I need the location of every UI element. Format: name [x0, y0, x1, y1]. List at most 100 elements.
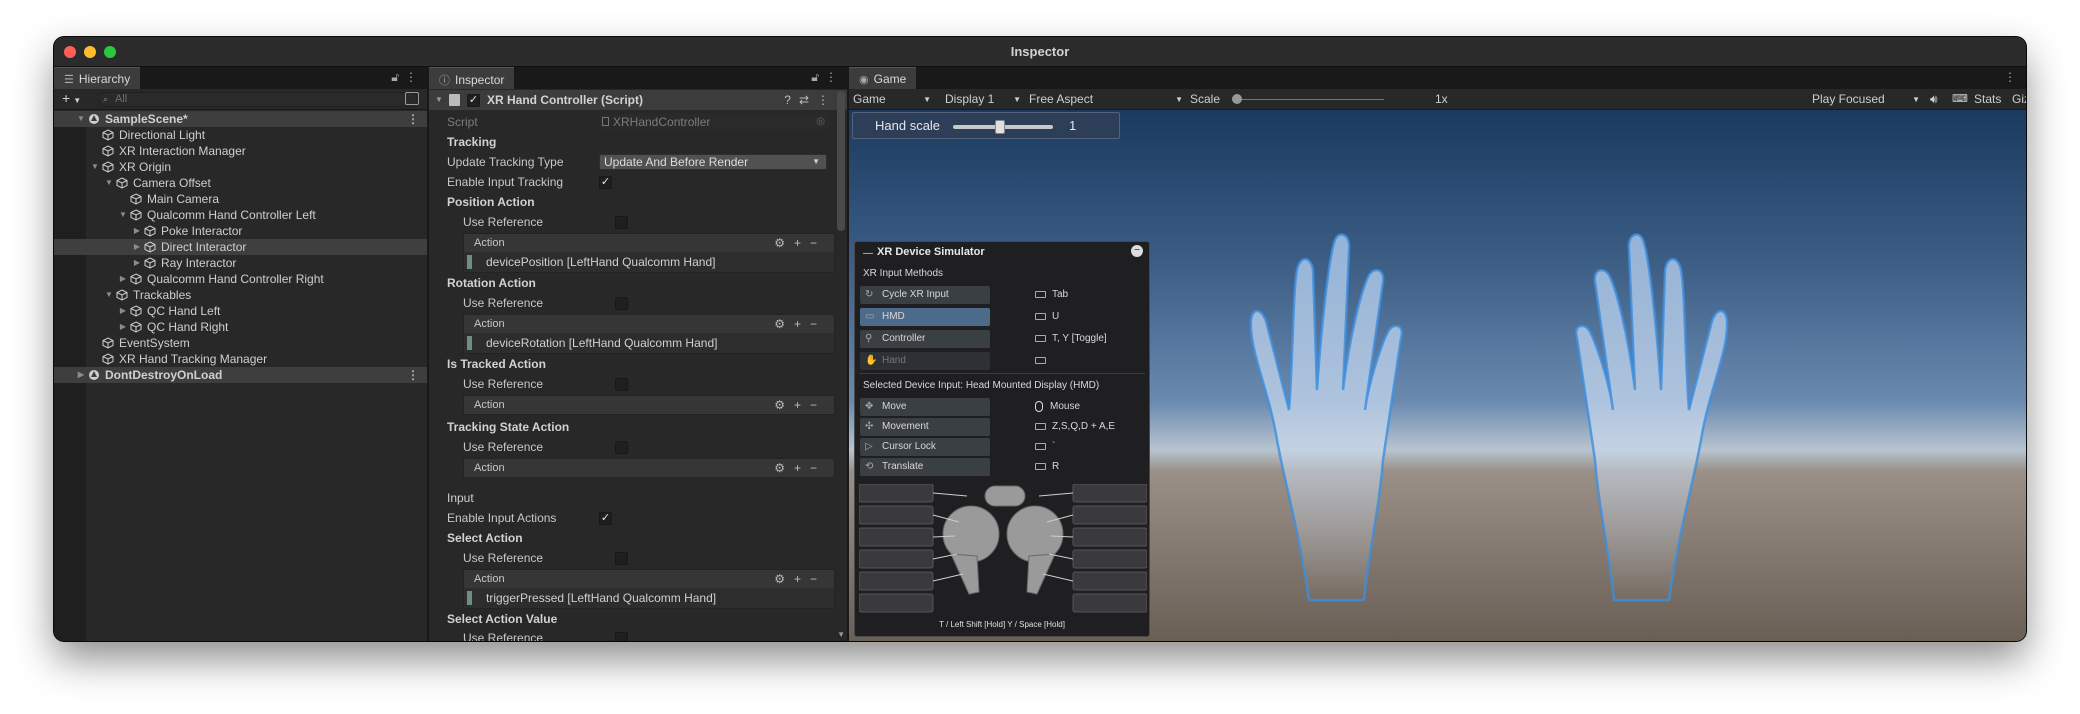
hierarchy-item[interactable]: Directional Light: [54, 127, 427, 143]
panel-menu[interactable]: 🔓︎⋮: [811, 70, 843, 85]
hierarchy-scene-row[interactable]: ▶ DontDestroyOnLoad ⋮: [54, 367, 427, 383]
add-binding-icon[interactable]: +: [794, 236, 810, 250]
mute-audio-icon[interactable]: 🔊︎: [1930, 89, 1938, 110]
gear-icon[interactable]: ⚙: [774, 317, 794, 331]
hierarchy-item[interactable]: ▶ Direct Interactor: [54, 239, 427, 255]
simulator-control-button[interactable]: ✥ Move: [860, 398, 990, 416]
select-value-use-reference-checkbox[interactable]: [615, 632, 628, 641]
is-tracked-use-reference-checkbox[interactable]: [615, 378, 628, 391]
display-dropdown[interactable]: Display 1 ▼: [945, 89, 1021, 110]
add-binding-icon[interactable]: +: [794, 398, 810, 412]
simulator-method-button[interactable]: ↻ Cycle XR Input: [860, 286, 990, 304]
hand-scale-slider-thumb[interactable]: [995, 120, 1005, 134]
remove-icon[interactable]: −: [810, 236, 826, 250]
rotation-binding-row[interactable]: deviceRotation [LeftHand Qualcomm Hand]: [464, 333, 834, 353]
collapse-arrow-icon[interactable]: ▶: [132, 223, 142, 239]
component-enabled-checkbox[interactable]: ✓: [467, 94, 480, 107]
hierarchy-item[interactable]: XR Interaction Manager: [54, 143, 427, 159]
add-binding-icon[interactable]: +: [794, 572, 810, 586]
tab-inspector[interactable]: ⓘ Inspector: [429, 67, 515, 89]
gizmos-button[interactable]: Gizmos▼: [2012, 89, 2026, 110]
hierarchy-item[interactable]: ▶ Qualcomm Hand Controller Right: [54, 271, 427, 287]
collapse-arrow-icon[interactable]: ▼: [435, 90, 443, 110]
collapse-icon[interactable]: —: [863, 248, 873, 259]
hierarchy-item[interactable]: ▼ XR Origin: [54, 159, 427, 175]
minimize-icon[interactable]: −: [1131, 245, 1143, 257]
hierarchy-scene-row[interactable]: ▼ SampleScene* ⋮: [54, 111, 427, 127]
expand-arrow-icon[interactable]: ▼: [104, 175, 114, 191]
hand-scale-slider[interactable]: [953, 120, 1053, 134]
presets-icon[interactable]: ⇄: [799, 93, 817, 107]
hierarchy-item[interactable]: ▼ Camera Offset: [54, 175, 427, 191]
gear-icon[interactable]: ⚙: [774, 461, 794, 475]
simulator-control-button[interactable]: ✣ Movement: [860, 418, 990, 436]
kebab-icon[interactable]: ⋮: [407, 367, 419, 383]
simulator-control-button[interactable]: ⟲ Translate: [860, 458, 990, 476]
select-use-reference-checkbox[interactable]: [615, 552, 628, 565]
kebab-icon[interactable]: ⋮: [407, 111, 419, 127]
enable-input-actions-checkbox[interactable]: ✓: [599, 512, 612, 525]
tab-hierarchy[interactable]: ☰ Hierarchy: [54, 67, 141, 89]
collapse-arrow-icon[interactable]: ▶: [118, 271, 128, 287]
hierarchy-item[interactable]: XR Hand Tracking Manager: [54, 351, 427, 367]
add-binding-icon[interactable]: +: [794, 461, 810, 475]
panel-menu[interactable]: 🔓︎⋮: [391, 70, 423, 85]
collapse-arrow-icon[interactable]: ▶: [76, 367, 86, 383]
hierarchy-search-input[interactable]: ⌕ All: [98, 92, 418, 107]
update-tracking-type-dropdown[interactable]: Update And Before Render ▼: [599, 154, 827, 170]
scroll-down-arrow-icon[interactable]: ▼: [837, 630, 845, 639]
stats-button[interactable]: Stats: [1974, 89, 2001, 110]
hierarchy-item[interactable]: EventSystem: [54, 335, 427, 351]
simulator-method-button[interactable]: ▭ HMD: [860, 308, 990, 326]
gear-icon[interactable]: ⚙: [774, 398, 794, 412]
lock-icon[interactable]: 🔓︎: [811, 70, 825, 84]
remove-icon[interactable]: −: [810, 317, 826, 331]
simulator-method-button[interactable]: ✋ Hand: [860, 352, 990, 370]
gear-icon[interactable]: ⚙: [774, 236, 794, 250]
tab-game[interactable]: ◉ Game: [849, 67, 917, 89]
kebab-icon[interactable]: ⋮: [2004, 70, 2022, 84]
aspect-dropdown[interactable]: Free Aspect ▼: [1029, 89, 1183, 110]
hierarchy-item[interactable]: ▶ Ray Interactor: [54, 255, 427, 271]
hierarchy-item[interactable]: ▼ Qualcomm Hand Controller Left: [54, 207, 427, 223]
target-icon[interactable]: ◎: [816, 114, 825, 130]
collapse-arrow-icon[interactable]: ▶: [118, 303, 128, 319]
position-use-reference-checkbox[interactable]: [615, 216, 628, 229]
select-binding-row[interactable]: triggerPressed [LeftHand Qualcomm Hand]: [464, 588, 834, 608]
search-filter-icon[interactable]: [405, 92, 419, 105]
position-binding-row[interactable]: devicePosition [LeftHand Qualcomm Hand]: [464, 252, 834, 272]
hierarchy-item[interactable]: ▶ Poke Interactor: [54, 223, 427, 239]
expand-arrow-icon[interactable]: ▼: [104, 287, 114, 303]
component-header[interactable]: ▼ ✓ XR Hand Controller (Script) ?⇄⋮: [429, 90, 847, 110]
scale-slider[interactable]: [1232, 94, 1384, 104]
remove-icon[interactable]: −: [810, 572, 826, 586]
keyboard-icon[interactable]: ⌨: [1952, 89, 1968, 110]
collapse-arrow-icon[interactable]: ▶: [132, 255, 142, 271]
gear-icon[interactable]: ⚙: [774, 572, 794, 586]
lock-icon[interactable]: 🔓︎: [391, 70, 405, 84]
scale-slider-thumb[interactable]: [1232, 94, 1242, 104]
simulator-method-button[interactable]: ⚲ Controller: [860, 330, 990, 348]
remove-icon[interactable]: −: [810, 461, 826, 475]
play-focused-dropdown[interactable]: Play Focused ▼: [1812, 89, 1920, 110]
kebab-icon[interactable]: ⋮: [825, 70, 843, 84]
add-object-button[interactable]: + ▼: [62, 90, 81, 106]
help-icon[interactable]: ?: [784, 93, 799, 107]
hierarchy-item[interactable]: ▼ Trackables: [54, 287, 427, 303]
expand-arrow-icon[interactable]: ▼: [118, 207, 128, 223]
hierarchy-item[interactable]: ▶ QC Hand Right: [54, 319, 427, 335]
collapse-arrow-icon[interactable]: ▶: [132, 239, 142, 255]
hierarchy-item[interactable]: ▶ QC Hand Left: [54, 303, 427, 319]
rotation-use-reference-checkbox[interactable]: [615, 297, 628, 310]
expand-arrow-icon[interactable]: ▼: [90, 159, 100, 175]
remove-icon[interactable]: −: [810, 398, 826, 412]
inspector-scrollbar[interactable]: [837, 91, 845, 231]
script-field[interactable]: XRHandController ◎: [599, 114, 829, 130]
game-view[interactable]: Hand scale 1 — XR Device Simulator − XR …: [849, 110, 2026, 641]
kebab-icon[interactable]: ⋮: [817, 93, 837, 107]
component-header-tools[interactable]: ?⇄⋮: [784, 90, 837, 110]
hierarchy-item[interactable]: Main Camera: [54, 191, 427, 207]
simulator-control-button[interactable]: ▷ Cursor Lock: [860, 438, 990, 456]
tracking-state-use-reference-checkbox[interactable]: [615, 441, 628, 454]
enable-input-tracking-checkbox[interactable]: ✓: [599, 176, 612, 189]
